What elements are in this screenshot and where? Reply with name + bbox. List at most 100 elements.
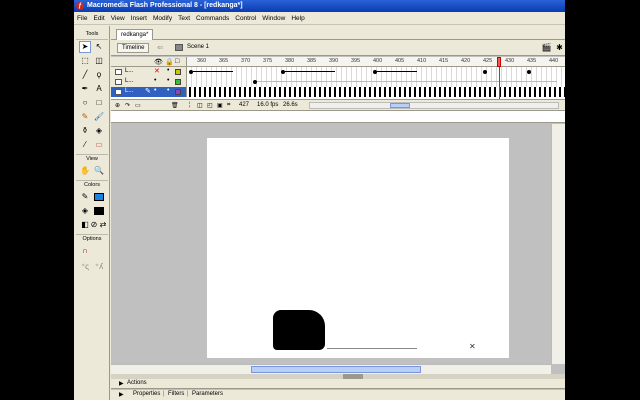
parameters-tab[interactable]: Parameters: [192, 391, 223, 397]
edit-scene-icon[interactable]: 🎬: [541, 43, 552, 53]
stage-scroll-thumb[interactable]: [251, 366, 421, 373]
lock-dot-icon[interactable]: •: [167, 77, 169, 84]
actions-panel-header[interactable]: ▶ Actions: [111, 379, 565, 389]
expand-arrow-icon[interactable]: ▶: [119, 380, 124, 387]
layer-row[interactable]: L... ✕ •: [111, 67, 565, 77]
paint-bucket-tool-icon[interactable]: ◈: [93, 125, 105, 137]
insert-folder-icon[interactable]: ▭: [135, 102, 141, 109]
actions-panel-title[interactable]: Actions: [127, 380, 147, 386]
frame-ruler[interactable]: 360 365 370 375 380 385 390 395 400 405 …: [187, 57, 565, 67]
lock-dot-icon[interactable]: •: [167, 87, 169, 94]
expand-arrow-icon[interactable]: ▶: [119, 391, 124, 398]
layer-icon: [115, 69, 122, 75]
eyedropper-tool-icon[interactable]: ⁄: [79, 139, 91, 151]
timeline-status-bar: ⊕ ↷ ▭ 🗑 ¦ ◫ ◰ ▣ ⌗ 427 16.0 fps 26.6s: [111, 99, 565, 111]
layer-frames[interactable]: [187, 87, 565, 97]
menu-insert[interactable]: Insert: [131, 15, 147, 22]
properties-panel-header[interactable]: ▶ Properties | Filters | Parameters: [111, 390, 565, 400]
menu-modify[interactable]: Modify: [153, 15, 172, 22]
edit-multiple-frames-icon[interactable]: ▣: [217, 102, 223, 109]
document-tab[interactable]: redkanga*: [116, 29, 154, 40]
fill-transform-tool-icon[interactable]: ◫: [93, 55, 105, 67]
eye-icon[interactable]: 👁: [154, 58, 163, 66]
menu-file[interactable]: File: [77, 15, 87, 22]
line-tool-icon[interactable]: ╱: [79, 69, 91, 81]
eraser-tool-icon[interactable]: ▭: [93, 139, 105, 151]
fill-color-icon[interactable]: ◈: [79, 205, 91, 217]
menu-commands[interactable]: Commands: [196, 15, 229, 22]
center-frame-icon[interactable]: ¦: [189, 102, 191, 108]
pen-tool-icon[interactable]: ✒: [79, 83, 91, 95]
layer-name-cell[interactable]: L... ✕ •: [111, 67, 187, 77]
keyframe[interactable]: [483, 70, 487, 74]
options-divider: [76, 234, 108, 235]
zoom-tool-icon[interactable]: 🔍: [93, 165, 105, 177]
snap-magnet-icon[interactable]: ∩: [79, 245, 91, 257]
ruler-label: 375: [263, 58, 273, 64]
lock-dot-icon[interactable]: •: [167, 67, 169, 74]
black-shape[interactable]: [273, 310, 325, 350]
delete-layer-icon[interactable]: 🗑: [171, 102, 179, 109]
layer-color-swatch[interactable]: [175, 69, 181, 75]
layer-name-cell[interactable]: L... ✎ • •: [111, 87, 187, 97]
smooth-icon[interactable]: ⁺ς: [79, 261, 91, 273]
text-tool-icon[interactable]: A: [93, 83, 105, 95]
keyframe[interactable]: [527, 70, 531, 74]
timeline-scroll-thumb[interactable]: [390, 103, 410, 108]
visibility-dot-icon[interactable]: •: [154, 87, 156, 94]
swap-colors-icon[interactable]: ⇄: [97, 219, 109, 231]
pencil-edit-icon: ✎: [145, 88, 151, 95]
lock-icon[interactable]: 🔒: [165, 58, 174, 66]
free-transform-tool-icon[interactable]: ⬚: [79, 55, 91, 67]
layer-frames[interactable]: [187, 67, 565, 77]
lasso-tool-icon[interactable]: ϙ: [93, 69, 105, 81]
fill-color-swatch[interactable]: [93, 205, 105, 217]
rectangle-tool-icon[interactable]: □: [93, 97, 105, 109]
onion-markers-icon[interactable]: ⌗: [227, 102, 230, 109]
subselect-tool-icon[interactable]: ↖: [93, 41, 105, 53]
hand-tool-icon[interactable]: ✋: [79, 165, 91, 177]
timeline-toggle-button[interactable]: Timeline: [117, 43, 150, 53]
filters-tab[interactable]: Filters: [168, 391, 184, 397]
pencil-tool-icon[interactable]: ✎: [79, 111, 91, 123]
motion-guide-icon[interactable]: ↷: [125, 102, 130, 109]
menu-window[interactable]: Window: [262, 15, 285, 22]
ruler-label: 385: [307, 58, 317, 64]
visibility-dot-icon[interactable]: •: [154, 77, 156, 84]
layer-row[interactable]: L... ✎ • •: [111, 87, 565, 97]
stroke-color-swatch[interactable]: [93, 191, 105, 203]
arrow-tool-icon[interactable]: ➤: [79, 41, 91, 53]
layer-frames[interactable]: [187, 77, 565, 87]
ruler-label: 410: [417, 58, 427, 64]
oval-tool-icon[interactable]: ○: [79, 97, 91, 109]
stage-canvas[interactable]: ✕: [207, 138, 509, 358]
playhead[interactable]: [497, 57, 501, 67]
edit-bar-icons: 🎬 ✱: [539, 43, 565, 53]
properties-tab[interactable]: Properties: [133, 391, 160, 397]
menu-view[interactable]: View: [111, 15, 125, 22]
stroke-color-icon[interactable]: ✎: [79, 191, 91, 203]
edit-symbol-icon[interactable]: ✱: [554, 43, 565, 53]
layer-color-swatch[interactable]: [175, 79, 181, 85]
menu-help[interactable]: Help: [291, 15, 304, 22]
brush-tool-icon[interactable]: 🖌: [93, 111, 105, 123]
straighten-icon[interactable]: ⁺ʎ: [93, 261, 105, 273]
menu-text[interactable]: Text: [178, 15, 190, 22]
onion-skin-icon[interactable]: ◫: [197, 102, 203, 109]
menu-control[interactable]: Control: [235, 15, 256, 22]
menu-edit[interactable]: Edit: [93, 15, 104, 22]
ink-bottle-tool-icon[interactable]: ⚱: [79, 125, 91, 137]
layer-color-swatch[interactable]: [175, 89, 181, 95]
hidden-x-icon[interactable]: ✕: [154, 67, 160, 75]
layer-name-cell[interactable]: L... • •: [111, 77, 187, 87]
outline-icon[interactable]: □: [175, 58, 179, 65]
stage-vertical-scrollbar[interactable]: [551, 124, 565, 364]
ruler-label: 360: [197, 58, 207, 64]
view-label: View: [86, 156, 98, 162]
insert-layer-icon[interactable]: ⊕: [115, 102, 120, 109]
onion-outline-icon[interactable]: ◰: [207, 102, 213, 109]
stage-horizontal-scrollbar[interactable]: [111, 364, 551, 374]
back-arrow-icon[interactable]: ⇐: [157, 43, 164, 52]
timeline-scrollbar[interactable]: [309, 102, 559, 109]
layer-row[interactable]: L... • •: [111, 77, 565, 87]
